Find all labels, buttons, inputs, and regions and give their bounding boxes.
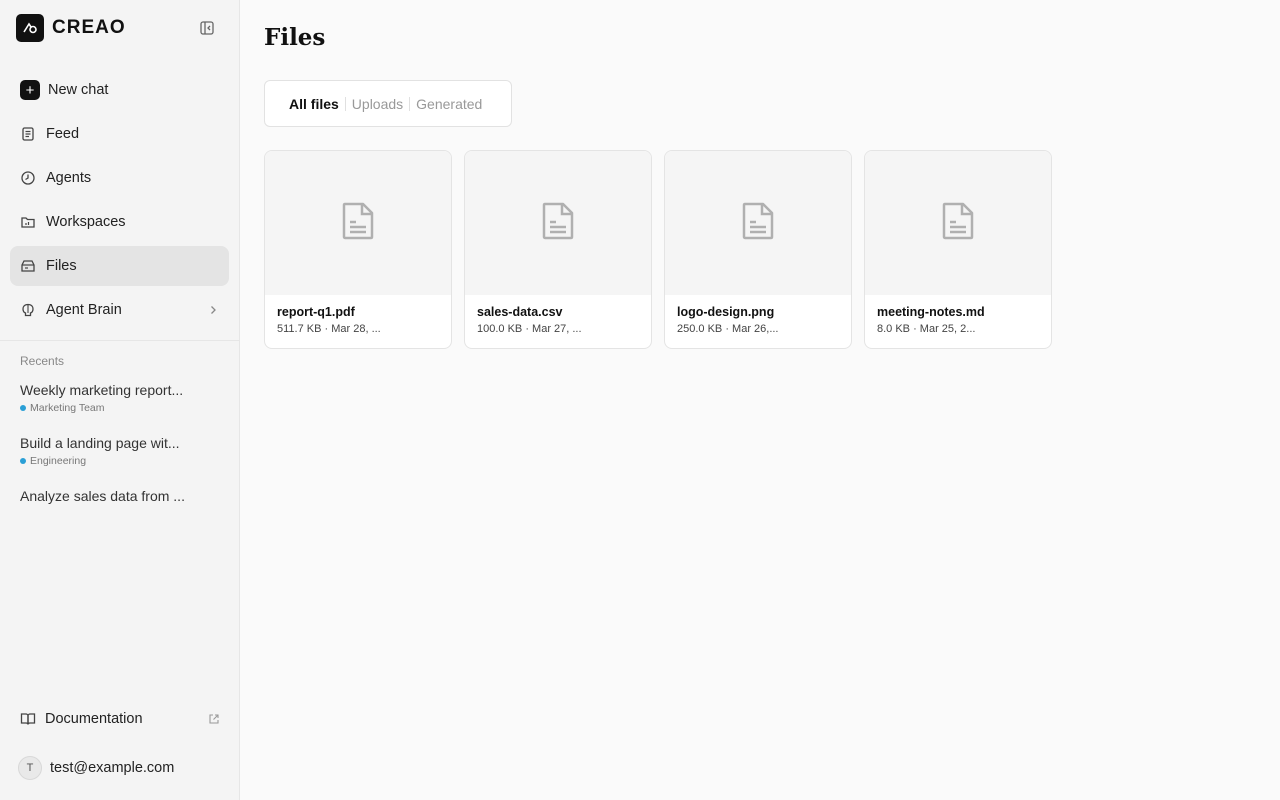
tab-uploads[interactable]: Uploads <box>352 96 403 112</box>
page-title: Files <box>264 24 326 51</box>
file-grid: report-q1.pdf 511.7 KB · Mar 28, ... sal… <box>264 150 1064 349</box>
sidebar-item-agent-brain[interactable]: Agent Brain <box>10 290 229 330</box>
recent-chat-title: Weekly marketing report... <box>20 382 184 398</box>
file-card[interactable]: sales-data.csv 100.0 KB · Mar 27, ... <box>464 150 652 349</box>
file-card[interactable]: logo-design.png 250.0 KB · Mar 26,... <box>664 150 852 349</box>
new-chat-button[interactable]: + New chat <box>10 70 229 110</box>
nav-label: Workspaces <box>46 214 126 230</box>
documentation-link[interactable]: Documentation <box>20 708 220 730</box>
external-link-icon <box>208 713 220 725</box>
sidebar-item-files[interactable]: Files <box>10 246 229 286</box>
sidebar-nav: + New chat Feed Agents Workspaces Files … <box>10 70 229 334</box>
file-name: meeting-notes.md <box>877 305 985 319</box>
tab-all-files[interactable]: All files <box>289 96 339 112</box>
nav-label: Agent Brain <box>46 302 122 318</box>
nav-label: Files <box>46 258 77 274</box>
sidebar-item-workspaces[interactable]: Workspaces <box>10 202 229 242</box>
document-icon <box>341 202 375 245</box>
recent-chat-tag: Marketing Team <box>20 402 220 414</box>
recent-chat-title: Analyze sales data from ... <box>20 488 185 504</box>
tag-dot <box>20 458 26 464</box>
file-filter-tabs: All files Uploads Generated <box>264 80 512 127</box>
documentation-label: Documentation <box>45 711 143 727</box>
tag-label: Engineering <box>30 455 87 467</box>
plus-icon: + <box>20 80 40 100</box>
file-meta: 8.0 KB · Mar 25, 2... <box>877 323 976 335</box>
avatar: T <box>18 756 42 780</box>
feed-icon <box>20 126 36 142</box>
recent-chat-item[interactable]: Analyze sales data from ... <box>20 488 220 504</box>
sidebar: CREAO + New chat Feed Agents Workspaces <box>0 0 240 800</box>
file-thumbnail <box>665 151 851 295</box>
nav-label: New chat <box>48 82 109 98</box>
tag-dot <box>20 405 26 411</box>
document-icon <box>541 202 575 245</box>
user-email: test@example.com <box>50 760 175 776</box>
recent-chat-title: Build a landing page wit... <box>20 435 180 451</box>
file-card[interactable]: meeting-notes.md 8.0 KB · Mar 25, 2... <box>864 150 1052 349</box>
chevron-right-icon <box>207 304 219 316</box>
file-meta: 511.7 KB · Mar 28, ... <box>277 323 381 335</box>
recent-chat-item[interactable]: Weekly marketing report... Marketing Tea… <box>20 382 220 414</box>
recent-chat-tag: Engineering <box>20 455 220 467</box>
tag-label: Marketing Team <box>30 402 105 414</box>
file-meta: 100.0 KB · Mar 27, ... <box>477 323 582 335</box>
agents-icon <box>20 170 36 186</box>
document-icon <box>941 202 975 245</box>
tab-divider <box>344 96 346 111</box>
file-thumbnail <box>465 151 651 295</box>
creao-logo-icon <box>16 14 44 42</box>
tab-divider <box>409 96 411 111</box>
book-icon <box>20 711 36 727</box>
file-name: logo-design.png <box>677 305 775 319</box>
sidebar-item-feed[interactable]: Feed <box>10 114 229 154</box>
sidebar-divider <box>0 340 239 341</box>
nav-label: Feed <box>46 126 80 142</box>
sidebar-item-agents[interactable]: Agents <box>10 158 229 198</box>
recents-heading: Recents <box>20 354 65 368</box>
workspaces-icon <box>20 214 36 230</box>
brand[interactable]: CREAO <box>16 14 126 42</box>
brand-name: CREAO <box>52 17 126 38</box>
file-thumbnail <box>865 151 1051 295</box>
file-card[interactable]: report-q1.pdf 511.7 KB · Mar 28, ... <box>264 150 452 349</box>
file-thumbnail <box>265 151 451 295</box>
sidebar-collapse-icon[interactable] <box>198 19 216 37</box>
files-icon <box>20 258 36 274</box>
document-icon <box>741 202 775 245</box>
brain-icon <box>20 302 36 318</box>
recent-chat-item[interactable]: Build a landing page wit... Engineering <box>20 435 220 467</box>
user-account[interactable]: T test@example.com <box>18 756 174 780</box>
tab-generated[interactable]: Generated <box>416 96 482 112</box>
nav-label: Agents <box>46 170 92 186</box>
file-name: sales-data.csv <box>477 305 563 319</box>
file-name: report-q1.pdf <box>277 305 355 319</box>
file-meta: 250.0 KB · Mar 26,... <box>677 323 779 335</box>
